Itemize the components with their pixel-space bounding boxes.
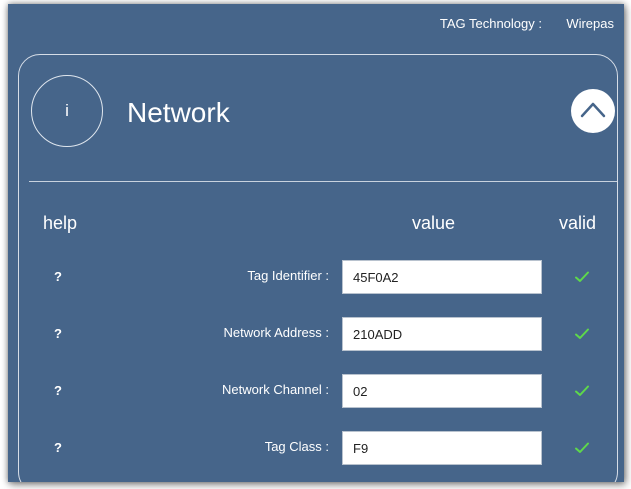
column-header-value: value	[412, 213, 456, 233]
valid-check-icon	[575, 271, 589, 282]
valid-check-icon	[575, 385, 589, 396]
section-title: Network	[127, 97, 230, 128]
field-row-network-channel: ? Network Channel :	[19, 374, 619, 408]
field-label: Network Channel :	[222, 382, 329, 397]
tag-technology-label: TAG Technology :	[439, 16, 542, 31]
tag-technology-row: TAG Technology : Wirepas	[324, 16, 624, 36]
field-row-tag-class: ? Tag Class :	[19, 431, 619, 465]
help-icon[interactable]: ?	[54, 326, 62, 341]
tag-technology-value: Wirepas	[566, 16, 614, 31]
chevron-up-icon	[580, 102, 606, 118]
network-channel-input[interactable]	[342, 374, 542, 408]
info-icon: i	[31, 75, 103, 147]
column-header-valid: valid	[559, 213, 597, 233]
help-icon[interactable]: ?	[54, 269, 62, 284]
valid-check-icon	[575, 328, 589, 339]
tag-class-input[interactable]	[342, 431, 542, 465]
section-divider	[29, 181, 617, 182]
tag-identifier-input[interactable]	[342, 260, 542, 294]
network-address-input[interactable]	[342, 317, 542, 351]
network-settings-window: TAG Technology : Wirepas i Network help …	[8, 4, 624, 482]
field-label: Network Address :	[223, 325, 330, 340]
field-row-tag-identifier: ? Tag Identifier :	[19, 260, 619, 294]
collapse-button[interactable]	[571, 89, 615, 133]
help-icon[interactable]: ?	[54, 383, 62, 398]
help-icon[interactable]: ?	[54, 440, 62, 455]
valid-check-icon	[575, 442, 589, 453]
column-header-help: help	[43, 213, 78, 233]
network-panel: i Network help value valid ? Tag Identif…	[18, 54, 618, 482]
field-label: Tag Class :	[264, 439, 329, 454]
field-label: Tag Identifier :	[247, 268, 329, 283]
field-row-network-address: ? Network Address :	[19, 317, 619, 351]
